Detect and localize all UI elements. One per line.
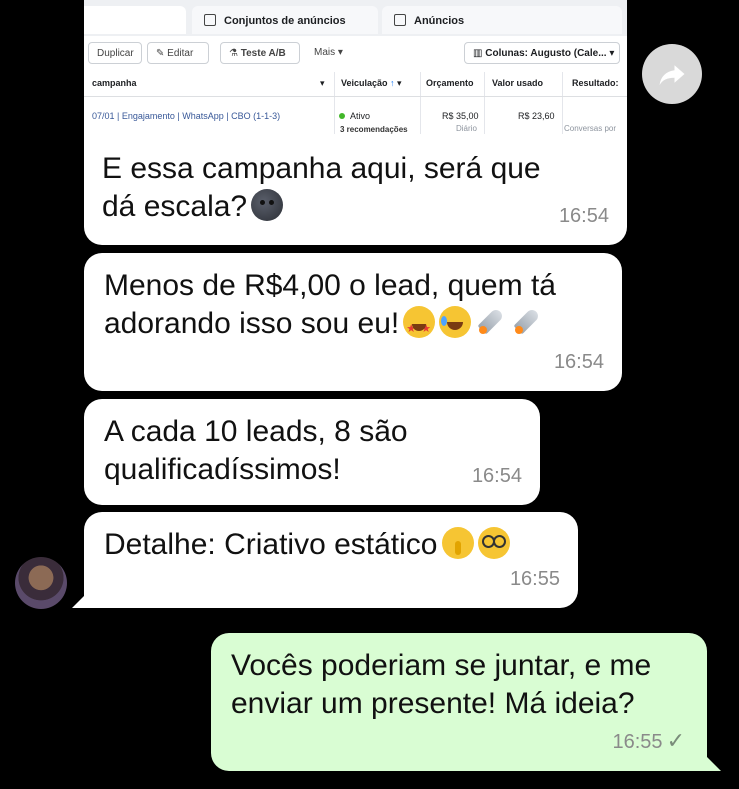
recommendations: 3 recomendações [340, 125, 408, 134]
divider [334, 72, 335, 134]
col-delivery: Veiculação ↑ ▾ [341, 78, 402, 88]
col-amount-spent: Valor usado [492, 78, 544, 88]
campaign-name: 07/01 | Engajamento | WhatsApp | CBO (1-… [92, 111, 281, 121]
budget-value: R$ 35,00 [442, 111, 479, 121]
rocket-icon [475, 306, 507, 338]
col-results: Resultado: [572, 78, 619, 88]
forward-icon [659, 65, 685, 86]
columns-icon: ▥ [473, 48, 486, 59]
delivery-status: Ativo [339, 111, 370, 121]
timestamp: 16:54 [553, 351, 604, 373]
message-bubble-3[interactable]: A cada 10 leads, 8 são qualificadíssimos… [84, 399, 540, 505]
caret-down-icon: ▾ [335, 47, 343, 58]
message-bubble-outgoing[interactable]: Vocês poderiam se juntar, e me enviar um… [211, 633, 707, 771]
columns-dropdown: ▥ Colunas: Augusto (Cale... ▾ [464, 42, 620, 64]
message-text: Detalhe: Criativo estático [104, 526, 558, 564]
tab-bar: Conjuntos de anúncios Anúncios [84, 0, 627, 36]
message-text: A cada 10 leads, 8 são qualificadíssimos… [104, 415, 408, 486]
sort-caret-icon: ▾ [320, 78, 325, 88]
more-dropdown: Mais ▾ [306, 42, 354, 64]
message-text: Menos de R$4,00 o lead, quem tá adorando… [104, 267, 602, 348]
active-dot-icon [339, 113, 345, 119]
caret-down-icon: ▾ [606, 48, 615, 59]
divider [562, 72, 563, 134]
nerd-face-icon [477, 527, 510, 559]
timestamp: 16:55 [509, 568, 560, 590]
shushing-face-icon [441, 527, 474, 559]
tab-campaigns [84, 6, 186, 34]
forward-button[interactable] [642, 44, 702, 104]
rocket-icon [511, 306, 543, 338]
message-bubble-1[interactable]: Conjuntos de anúncios Anúncios Duplicar … [84, 0, 627, 245]
tab-ad-sets: Conjuntos de anúncios [192, 6, 378, 34]
ab-test-button: ⚗ Teste A/B [220, 42, 300, 64]
bubble-tail [707, 757, 721, 771]
divider [484, 72, 485, 134]
header-divider [84, 96, 627, 97]
timestamp: 16:54 [558, 205, 609, 227]
new-moon-face-icon [251, 189, 284, 221]
pencil-icon: ✎ [156, 48, 168, 59]
avatar[interactable] [15, 557, 67, 609]
amount-spent-value: R$ 23,60 [518, 111, 555, 121]
message-bubble-2[interactable]: Menos de R$4,00 o lead, quem tá adorando… [84, 253, 622, 391]
grid-icon [204, 14, 216, 26]
tears-of-joy-icon [439, 306, 472, 338]
sort-up-icon: ↑ [390, 78, 395, 88]
timestamp: 16:55 ✓ [612, 728, 686, 753]
star-struck-icon [403, 306, 436, 348]
flask-icon: ⚗ [229, 48, 241, 59]
bubble-tail [72, 594, 86, 608]
message-text: Vocês poderiam se juntar, e me enviar um… [231, 649, 652, 720]
edit-button: ✎ Editar [147, 42, 209, 64]
message-text: E essa campanha aqui, será que dá escala… [102, 152, 541, 223]
tab-ads: Anúncios [382, 6, 622, 34]
ads-manager-screenshot: Conjuntos de anúncios Anúncios Duplicar … [84, 0, 627, 136]
results-type: Conversas por [564, 124, 617, 133]
budget-period: Diário [456, 124, 477, 133]
timestamp: 16:54 [471, 465, 522, 487]
duplicate-button: Duplicar [88, 42, 142, 64]
message-bubble-4[interactable]: Detalhe: Criativo estático 16:55 [84, 512, 578, 608]
ad-icon [394, 14, 406, 26]
col-campaign: campanha [92, 78, 137, 88]
col-budget: Orçamento [426, 78, 474, 88]
check-icon: ✓ [666, 728, 685, 753]
divider [420, 72, 421, 134]
